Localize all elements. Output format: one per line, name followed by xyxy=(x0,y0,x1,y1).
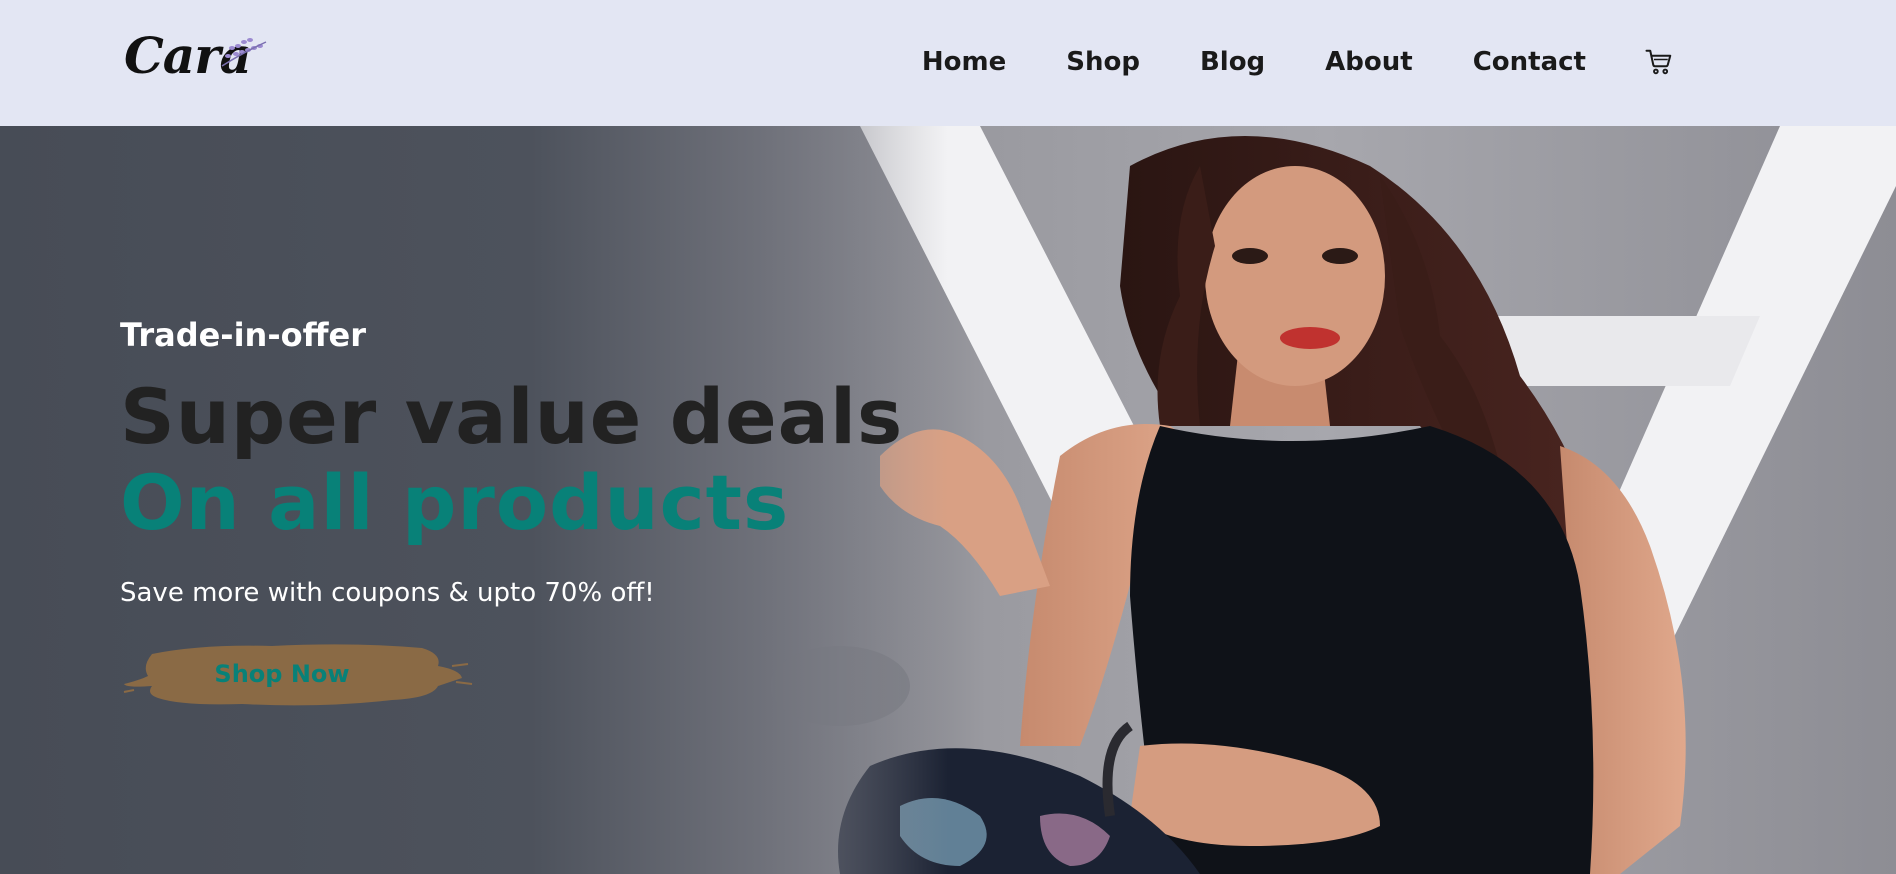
nav-blog[interactable]: Blog xyxy=(1200,47,1265,77)
shopping-cart-icon[interactable] xyxy=(1644,47,1674,77)
shop-now-button[interactable]: Shop Now xyxy=(122,636,474,712)
hero-banner: Trade-in-offer Super value deals On all … xyxy=(0,126,1896,874)
hero-subtext: Save more with coupons & upto 70% off! xyxy=(120,578,655,608)
hero-headline-accent: On all products xyxy=(120,458,790,547)
nav-contact[interactable]: Contact xyxy=(1473,47,1586,77)
shop-now-label: Shop Now xyxy=(214,660,350,688)
lavender-sprig-icon xyxy=(221,38,267,67)
hero-kicker: Trade-in-offer xyxy=(120,316,366,354)
hero-headline-primary: Super value deals xyxy=(120,372,904,461)
site-header: Cara Home Shop Blog About Contact xyxy=(0,0,1896,126)
nav-home[interactable]: Home xyxy=(922,47,1006,77)
nav-shop[interactable]: Shop xyxy=(1066,47,1140,77)
nav-about[interactable]: About xyxy=(1325,47,1413,77)
main-nav: Home Shop Blog About Contact xyxy=(922,40,1674,84)
brand-logo[interactable]: Cara xyxy=(124,26,274,90)
